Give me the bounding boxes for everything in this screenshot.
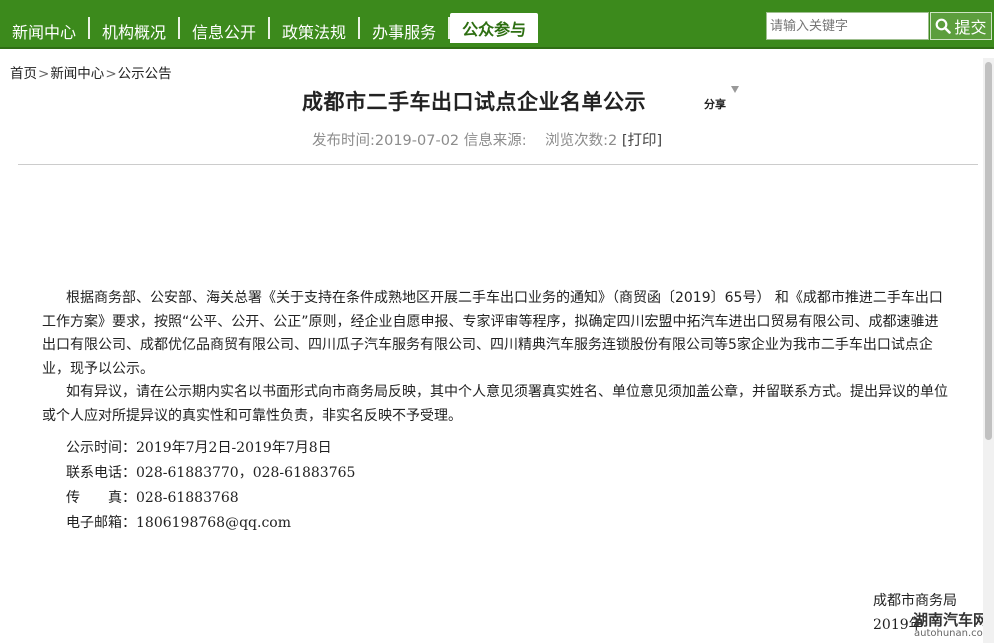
contact-phone-value: 028-61883770，028-61883765	[136, 465, 356, 481]
nav-item-information[interactable]: 信息公开	[180, 0, 268, 47]
nav-item-public-participation[interactable]: 公众参与	[450, 13, 539, 43]
nav-item-label: 信息公开	[192, 22, 257, 42]
notice-period-value: 2019年7月2日-2019年7月8日	[136, 440, 332, 456]
breadcrumb-notice-link[interactable]: 公示公告	[118, 66, 172, 82]
breadcrumb-news-link[interactable]: 新闻中心	[50, 66, 104, 82]
view-count-label: 浏览次数:	[545, 133, 608, 149]
nav-item-policy[interactable]: 政策法规	[270, 0, 358, 47]
nav-item-label: 办事服务	[372, 22, 437, 42]
breadcrumb: 首页>新闻中心>公示公告	[10, 62, 172, 82]
nav-item-organization[interactable]: 机构概况	[90, 0, 178, 47]
article-body: 根据商务部、公安部、海关总署《关于支持在条件成熟地区开展二手车出口业务的通知》（…	[42, 287, 952, 428]
search-button-label: 提交	[954, 18, 987, 37]
notice-period-label: 公示时间：	[66, 440, 136, 456]
search-input[interactable]	[766, 12, 929, 40]
nav-item-services[interactable]: 办事服务	[360, 0, 448, 47]
email: 电子邮箱：1806198768@qq.com	[66, 512, 291, 532]
share-dropdown-icon[interactable]	[731, 86, 739, 93]
breadcrumb-separator: >	[105, 66, 117, 82]
print-link[interactable]: [打印]	[622, 133, 662, 149]
article-paragraph: 根据商务部、公安部、海关总署《关于支持在条件成熟地区开展二手车出口业务的通知》（…	[42, 290, 943, 377]
notice-period: 公示时间：2019年7月2日-2019年7月8日	[66, 437, 332, 457]
breadcrumb-separator: >	[38, 66, 50, 82]
site-watermark-url: autohunan.com	[914, 628, 993, 639]
scrollbar-thumb[interactable]	[985, 62, 992, 440]
article-title: 成都市二手车出口试点企业名单公示	[302, 89, 646, 114]
email-label: 电子邮箱：	[66, 515, 136, 531]
article-paragraph: 如有异议，请在公示期内实名以书面形式向市商务局反映，其中个人意见须署真实姓名、单…	[42, 384, 948, 424]
fax: 传 真：028-61883768	[66, 487, 239, 507]
top-nav-bar: 新闻中心 机构概况 信息公开 政策法规 办事服务 公众参与 提交	[0, 0, 994, 49]
breadcrumb-home-link[interactable]: 首页	[10, 66, 37, 82]
search-submit-button[interactable]: 提交	[930, 12, 992, 40]
view-count: 2	[607, 133, 618, 149]
nav-item-label: 公众参与	[462, 20, 527, 39]
nav-menu: 新闻中心 机构概况 信息公开 政策法规 办事服务 公众参与	[0, 0, 539, 47]
signature-org: 成都市商务局	[873, 593, 957, 609]
site-watermark: 湖南汽车网	[913, 611, 989, 629]
email-value: 1806198768@qq.com	[136, 515, 291, 531]
fax-label: 传 真：	[66, 490, 136, 506]
fax-value: 028-61883768	[136, 490, 239, 506]
article-meta: 发布时间:2019-07-02 信息来源: 浏览次数:2 [打印]	[312, 129, 662, 150]
info-source: 信息来源:	[463, 133, 527, 149]
share-button[interactable]: 分享	[704, 96, 726, 112]
nav-item-label: 政策法规	[282, 22, 347, 42]
nav-item-label: 新闻中心	[12, 22, 77, 42]
contact-phone-label: 联系电话：	[66, 465, 136, 481]
title-divider	[18, 164, 978, 165]
publish-time: 发布时间:2019-07-02	[312, 133, 460, 149]
contact-phone: 联系电话：028-61883770，028-61883765	[66, 462, 355, 482]
search-icon	[936, 18, 952, 34]
nav-item-news-center[interactable]: 新闻中心	[0, 0, 88, 47]
nav-item-label: 机构概况	[102, 22, 167, 42]
